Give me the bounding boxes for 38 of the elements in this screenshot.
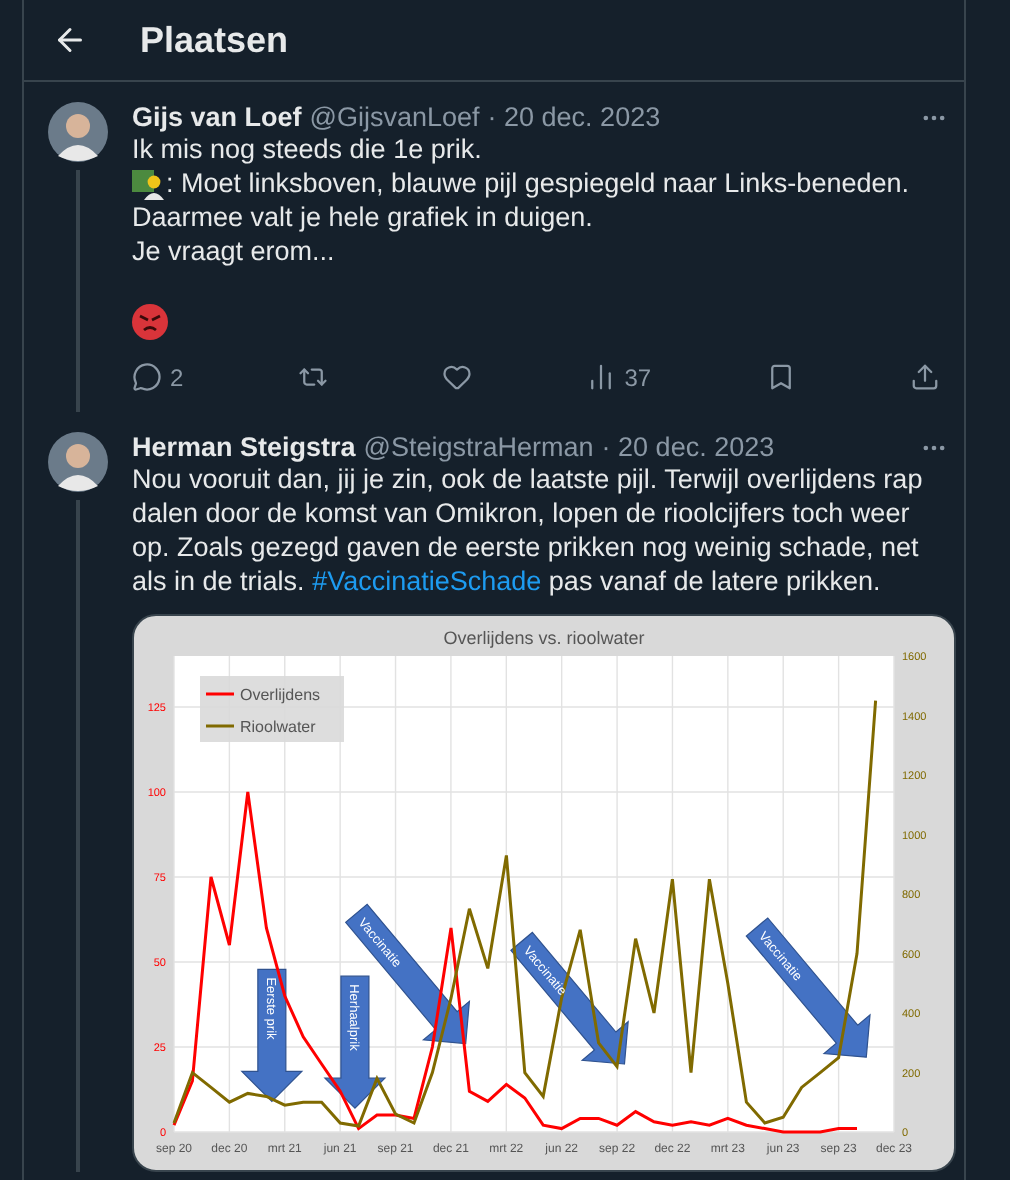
legend-label: Overlijdens bbox=[240, 686, 321, 704]
author-name[interactable]: Gijs van Loef bbox=[132, 102, 302, 132]
bar-chart-icon bbox=[586, 362, 617, 392]
tweet-text: Je vraagt erom... bbox=[132, 234, 335, 268]
callout-arrow bbox=[510, 931, 629, 1065]
post-date[interactable]: · 20 dec. 2023 bbox=[601, 432, 775, 462]
repost-icon bbox=[297, 362, 328, 392]
tweet-text: Daarmee valt je hele grafiek in duigen. bbox=[132, 200, 593, 234]
legend-background bbox=[200, 676, 344, 742]
legend-label: Rioolwater bbox=[240, 718, 316, 736]
share-button[interactable] bbox=[909, 362, 940, 392]
author-handle[interactable]: @GijsvanLoef bbox=[309, 102, 480, 132]
like-button[interactable] bbox=[442, 362, 473, 392]
avatar[interactable] bbox=[48, 102, 108, 162]
author-handle[interactable]: @SteigstraHerman bbox=[363, 432, 594, 462]
author-name[interactable]: Herman Steigstra bbox=[132, 432, 356, 462]
back-icon[interactable] bbox=[52, 22, 88, 58]
views-button[interactable]: 37 bbox=[586, 362, 652, 392]
bookmark-icon bbox=[765, 362, 796, 392]
tweet-text: Nou vooruit dan, jij je zin, ook de laatste pijl. Terwijl overlijdens rap dalen door de komst van Omikron, lopen de rioolcijfers toch weer op. Zoals gezegd gaven de eerste prikken nog weinig schade, net als in de trials. #VaccinatieSchade pas vanaf de latere prikken. bbox=[132, 462, 925, 598]
callout-arrow bbox=[240, 968, 304, 1103]
heart-icon bbox=[442, 362, 473, 392]
tweet-text: Ik mis nog steeds die 1e prik. bbox=[132, 132, 482, 166]
tweet-text: : Moet linksboven, blauwe pijl gespiegeld naar Links-beneden. bbox=[166, 166, 909, 200]
page-title: Plaatsen bbox=[140, 19, 289, 61]
angry-face-icon bbox=[132, 304, 168, 340]
bookmark-button[interactable] bbox=[765, 362, 796, 392]
post-date[interactable]: · 20 dec. 2023 bbox=[487, 102, 661, 132]
callout-arrow bbox=[745, 917, 871, 1058]
repost-button[interactable] bbox=[297, 362, 328, 392]
share-icon bbox=[909, 362, 940, 392]
speech-bubble-icon bbox=[132, 362, 162, 392]
hashtag-link[interactable]: #VaccinatieSchade bbox=[312, 566, 542, 596]
teacher-emoji-icon bbox=[132, 167, 164, 199]
reply-button[interactable]: 2 bbox=[132, 362, 184, 392]
chart-title: Overlijdens vs. rioolwater bbox=[443, 628, 645, 648]
avatar[interactable] bbox=[48, 432, 108, 492]
chart-image[interactable] bbox=[132, 614, 956, 1172]
